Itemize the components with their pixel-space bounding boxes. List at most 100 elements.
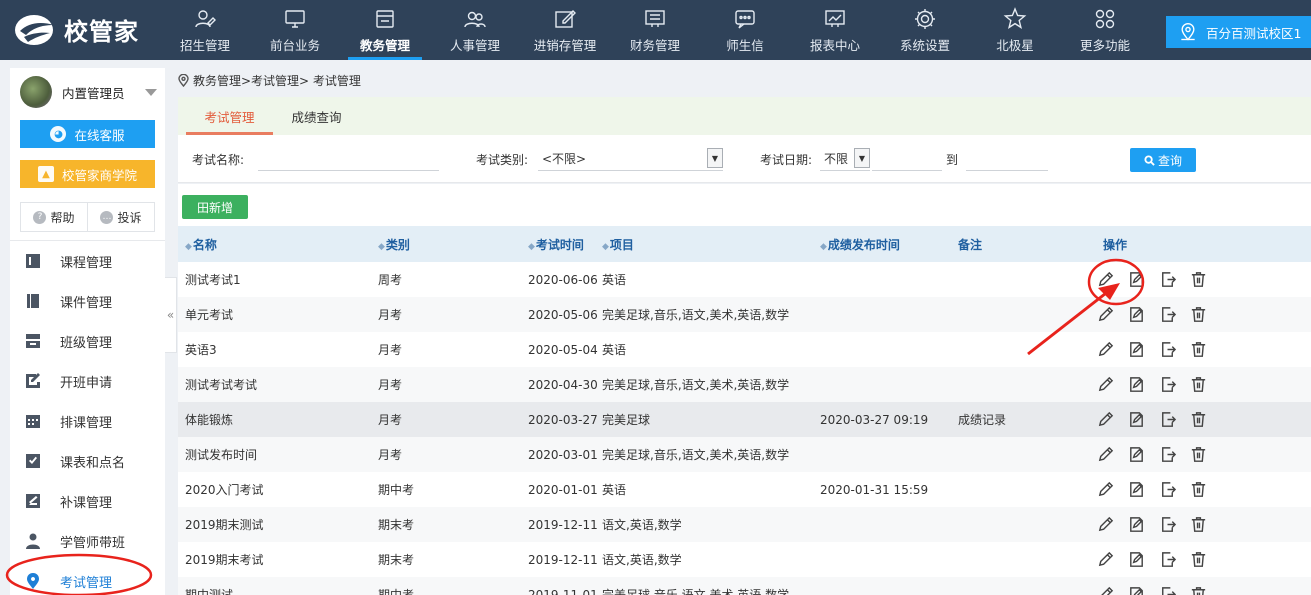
col-header-publish[interactable]: ◆成绩发布时间 — [820, 226, 948, 262]
edit-note-icon[interactable] — [1127, 480, 1146, 499]
help-button[interactable]: ? 帮助 — [21, 203, 87, 231]
sidebar-item-exam[interactable]: 考试管理 — [10, 561, 165, 595]
table-row[interactable]: 英语3 月考 2020-05-04 英语 — [178, 332, 1311, 367]
edit-pencil-icon[interactable] — [1098, 340, 1115, 359]
sidebar-item-scheduling[interactable]: 排课管理 — [10, 401, 165, 441]
table-row[interactable]: 测试发布时间 月考 2020-03-01 完美足球,音乐,语文,美术,英语,数学 — [178, 437, 1311, 472]
location-pin-icon — [178, 74, 189, 87]
nav-item-reports[interactable]: 报表中心 — [790, 0, 880, 60]
trash-icon[interactable] — [1189, 305, 1208, 324]
trash-icon[interactable] — [1189, 480, 1208, 499]
trash-icon[interactable] — [1189, 550, 1208, 569]
nav-item-more[interactable]: 更多功能 — [1060, 0, 1150, 60]
edit-pencil-icon[interactable] — [1098, 480, 1115, 499]
edit-note-icon[interactable] — [1127, 585, 1146, 595]
nav-item-polaris[interactable]: 北极星 — [970, 0, 1060, 60]
sidebar-item-class[interactable]: 班级管理 — [10, 321, 165, 361]
export-doc-icon[interactable] — [1158, 480, 1177, 499]
trash-icon[interactable] — [1189, 445, 1208, 464]
col-header-subjects[interactable]: ◆项目 — [598, 226, 820, 262]
col-header-name[interactable]: ◆名称 — [178, 226, 378, 262]
tab-exam-management[interactable]: 考试管理 — [186, 97, 273, 135]
edit-note-icon[interactable] — [1127, 270, 1146, 289]
date-to-input[interactable] — [966, 147, 1048, 171]
trash-icon[interactable] — [1189, 515, 1208, 534]
edit-note-icon[interactable] — [1127, 515, 1146, 534]
edit-note-icon[interactable] — [1127, 375, 1146, 394]
export-doc-icon[interactable] — [1158, 305, 1177, 324]
export-doc-icon[interactable] — [1158, 410, 1177, 429]
edit-pencil-icon[interactable] — [1098, 410, 1115, 429]
edit-pencil-icon[interactable] — [1098, 270, 1115, 289]
edit-pencil-icon[interactable] — [1098, 445, 1115, 464]
edit-pencil-icon[interactable] — [1098, 515, 1115, 534]
complain-button[interactable]: … 投诉 — [87, 203, 154, 231]
table-row[interactable]: 测试考试考试 月考 2020-04-30 完美足球,音乐,语文,美术,英语,数学 — [178, 367, 1311, 402]
nav-item-academic[interactable]: 教务管理 — [340, 0, 430, 60]
trash-icon[interactable] — [1189, 270, 1208, 289]
add-exam-button[interactable]: 田新增 — [182, 195, 248, 219]
export-doc-icon[interactable] — [1158, 550, 1177, 569]
logo[interactable]: 校管家 — [14, 12, 139, 47]
search-button[interactable]: 查询 — [1130, 148, 1196, 172]
export-doc-icon[interactable] — [1158, 445, 1177, 464]
edit-pencil-icon[interactable] — [1098, 305, 1115, 324]
edit-note-icon[interactable] — [1127, 550, 1146, 569]
nav-item-front-desk[interactable]: 前台业务 — [250, 0, 340, 60]
trash-icon[interactable] — [1189, 585, 1208, 595]
export-doc-icon[interactable] — [1158, 270, 1177, 289]
export-doc-icon[interactable] — [1158, 585, 1177, 595]
sidebar-item-class-apply[interactable]: 开班申请 — [10, 361, 165, 401]
collapse-sidebar-button[interactable]: « — [165, 277, 177, 353]
filter-bar: 考试名称: 考试类别: <不限> ▼ 考试日期: 不限 ▼ 到 查询 — [178, 135, 1311, 183]
sidebar-item-timetable[interactable]: 课表和点名 — [10, 441, 165, 481]
sidebar-item-tutor[interactable]: 学管师带班 — [10, 521, 165, 561]
nav-item-inventory[interactable]: 进销存管理 — [520, 0, 610, 60]
sidebar-item-makeup[interactable]: 补课管理 — [10, 481, 165, 521]
table-row[interactable]: 2020入门考试 期中考 2020-01-01 英语 2020-01-31 15:59 — [178, 472, 1311, 507]
nav-item-hr[interactable]: 人事管理 — [430, 0, 520, 60]
edit-pencil-icon[interactable] — [1098, 550, 1115, 569]
export-doc-icon[interactable] — [1158, 375, 1177, 394]
table-row[interactable]: 期中测试 期中考 2019-11-01 完美足球,音乐,语文,美术,英语,数学 — [178, 577, 1311, 595]
nav-item-enrollment[interactable]: 招生管理 — [160, 0, 250, 60]
tab-score-query[interactable]: 成绩查询 — [273, 97, 360, 135]
user-menu[interactable]: 内置管理员 — [10, 68, 165, 116]
table-row[interactable]: 2019期末考试 期末考 2019-12-11 语文,英语,数学 — [178, 542, 1311, 577]
col-header-category[interactable]: ◆类别 — [378, 226, 508, 262]
table-row[interactable]: 体能锻炼 月考 2020-03-27 完美足球 2020-03-27 09:19 成绩记录 — [178, 402, 1311, 437]
export-doc-icon[interactable] — [1158, 515, 1177, 534]
col-header-time[interactable]: ◆考试时间 — [508, 226, 598, 262]
date-mode-select[interactable]: 不限 ▼ — [820, 147, 870, 171]
table-row[interactable]: 单元考试 月考 2020-05-06 完美足球,音乐,语文,美术,英语,数学 — [178, 297, 1311, 332]
date-to-label: 到 — [946, 153, 959, 167]
nav-item-messages[interactable]: 师生信 — [700, 0, 790, 60]
trash-icon[interactable] — [1189, 375, 1208, 394]
table-row[interactable]: 测试考试1 周考 2020-06-06 英语 — [178, 262, 1311, 297]
edit-note-icon[interactable] — [1127, 410, 1146, 429]
nav-label: 招生管理 — [179, 37, 230, 53]
table-row[interactable]: 2019期末测试 期末考 2019-12-11 语文,英语,数学 — [178, 507, 1311, 542]
edit-note-icon[interactable] — [1127, 445, 1146, 464]
sidebar-item-courseware[interactable]: 课件管理 — [10, 281, 165, 321]
cell-publish — [820, 297, 948, 332]
edit-note-icon[interactable] — [1127, 340, 1146, 359]
edit-note-icon[interactable] — [1127, 305, 1146, 324]
cell-ops — [1098, 542, 1311, 577]
trash-icon[interactable] — [1189, 340, 1208, 359]
academy-button[interactable]: ▲ 校管家商学院 — [20, 160, 155, 188]
trash-icon[interactable] — [1189, 410, 1208, 429]
edit-pencil-icon[interactable] — [1098, 585, 1115, 595]
export-doc-icon[interactable] — [1158, 340, 1177, 359]
campus-switch-button[interactable]: 百分百测试校区1 — [1166, 16, 1311, 48]
nav-item-finance[interactable]: 财务管理 — [610, 0, 700, 60]
cell-name: 测试发布时间 — [185, 448, 258, 462]
sidebar-item-label: 补课管理 — [60, 495, 113, 511]
nav-item-settings[interactable]: 系统设置 — [880, 0, 970, 60]
sidebar-item-course[interactable]: 课程管理 — [10, 241, 165, 281]
online-service-button[interactable]: ◕ 在线客服 — [20, 120, 155, 148]
exam-name-input[interactable] — [258, 147, 439, 171]
edit-pencil-icon[interactable] — [1098, 375, 1115, 394]
date-from-input[interactable] — [872, 147, 942, 171]
exam-type-select[interactable]: <不限> ▼ — [538, 147, 723, 171]
